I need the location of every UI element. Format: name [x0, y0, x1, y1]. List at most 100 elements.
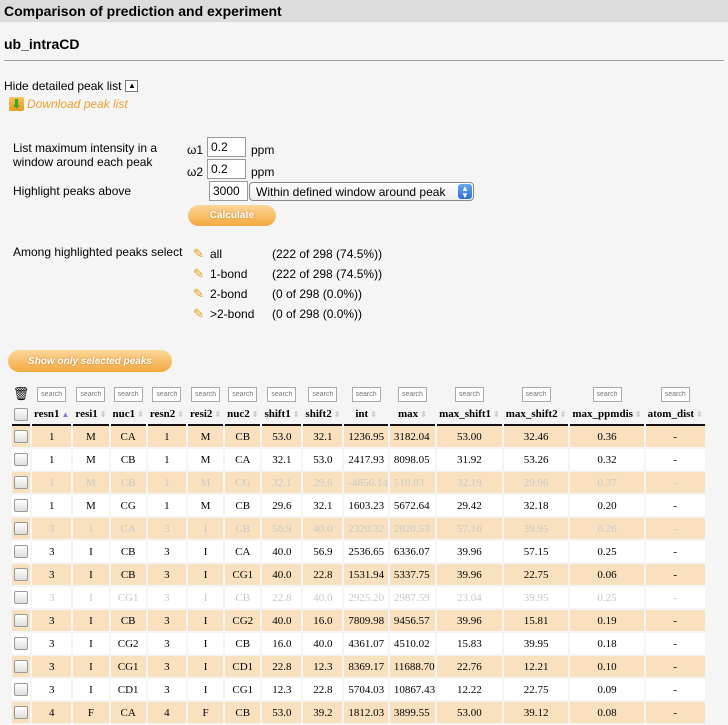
w2-input[interactable]: [207, 159, 246, 179]
sort-icon[interactable]: ⬍: [493, 410, 500, 419]
row-checkbox[interactable]: [14, 614, 28, 627]
sort-ascending-icon[interactable]: ▲: [61, 410, 69, 419]
search-input-max[interactable]: [397, 386, 427, 402]
cell-shift2: 40.0: [303, 587, 343, 610]
search-input-max-shift1[interactable]: [454, 386, 484, 402]
sort-icon[interactable]: ⬍: [370, 410, 377, 419]
collapse-toggle-button[interactable]: ▲: [125, 80, 139, 92]
table-row[interactable]: 3 I CG2 3 I CB 16.0 40.0 4361.07 4510.02 15.83 39.9…: [12, 633, 705, 656]
row-checkbox[interactable]: [14, 499, 28, 512]
row-checkbox[interactable]: [14, 522, 28, 535]
column-header-resn2[interactable]: resn2 ⬍: [147, 404, 186, 426]
search-input-resn1[interactable]: [37, 386, 67, 402]
select-option-2-bond[interactable]: ✎ 2-bond (0 of 298 (0.0%)): [193, 284, 382, 304]
sort-icon[interactable]: ⬍: [293, 410, 300, 419]
column-header-max-shift1[interactable]: max_shift1 ⬍: [437, 404, 502, 426]
cell-resn2: 3: [147, 679, 186, 702]
cell-resn2: 3: [147, 633, 186, 656]
search-input-shift2[interactable]: [308, 386, 338, 402]
column-header-shift1[interactable]: shift1 ⬍: [262, 404, 302, 426]
search-input-int[interactable]: [351, 386, 381, 402]
highlight-threshold-input[interactable]: [209, 181, 248, 201]
cell-max-shift2: 39.95: [503, 518, 569, 541]
row-checkbox[interactable]: [14, 430, 28, 443]
select-option-all[interactable]: ✎ all (222 of 298 (74.5%)): [193, 244, 382, 264]
search-input-max-shift2[interactable]: [521, 386, 551, 402]
search-input-resi1[interactable]: [76, 386, 106, 402]
row-checkbox[interactable]: [14, 568, 28, 581]
show-selected-peaks-button[interactable]: Show only selected peaks: [8, 350, 172, 372]
sort-icon[interactable]: ⬍: [334, 410, 341, 419]
cell-nuc2: CA: [225, 541, 261, 564]
row-checkbox[interactable]: [14, 637, 28, 650]
table-row[interactable]: 3 I CB 3 I CG1 40.0 22.8 1531.94 5337.75 39.96 22.7…: [12, 564, 705, 587]
table-row[interactable]: 4 F CA 4 F CB 53.0 39.2 1812.03 3899.55 53.00 39.12…: [12, 702, 705, 725]
search-input-resi2[interactable]: [191, 386, 221, 402]
trash-icon[interactable]: 🗑: [13, 386, 30, 401]
table-row[interactable]: 3 I CB 3 I CG2 40.0 16.0 7809.98 9456.57 39.96 15.8…: [12, 610, 705, 633]
table-row[interactable]: 3 I CA 3 I CB 56.9 40.0 2320.32 2820.53 57.16 39.95…: [12, 518, 705, 541]
column-header-shift2[interactable]: shift2 ⬍: [303, 404, 343, 426]
table-row[interactable]: 1 M CG 1 M CB 29.6 32.1 1603.23 5672.64 29.42 32.18…: [12, 495, 705, 518]
row-checkbox-cell: [12, 587, 30, 610]
table-row[interactable]: 3 I CG1 3 I CB 22.8 40.0 2925.20 2987.59 23.04 39.9…: [12, 587, 705, 610]
cell-int: 2320.32: [344, 518, 388, 541]
row-checkbox[interactable]: [14, 591, 28, 604]
cell-resi2: I: [188, 656, 224, 679]
column-header-resi2[interactable]: resi2 ⬍: [188, 404, 224, 426]
column-header-atom-dist[interactable]: atom_dist ⬍: [645, 404, 705, 426]
sort-icon[interactable]: ⬍: [420, 410, 427, 419]
cell-shift2: 53.0: [303, 449, 343, 472]
w1-input[interactable]: [207, 137, 246, 157]
column-header-max[interactable]: max ⬍: [389, 404, 436, 426]
row-checkbox[interactable]: [14, 683, 28, 696]
column-header-resi1[interactable]: resi1 ⬍: [73, 404, 109, 426]
sort-icon[interactable]: ⬍: [177, 410, 184, 419]
select-option-1-bond[interactable]: ✎ 1-bond (222 of 298 (74.5%)): [193, 264, 382, 284]
row-checkbox[interactable]: [14, 660, 28, 673]
search-input-shift1[interactable]: [267, 386, 297, 402]
column-header-int[interactable]: int ⬍: [344, 404, 388, 426]
row-checkbox-cell: [12, 702, 30, 725]
sort-icon[interactable]: ⬍: [635, 410, 642, 419]
sort-icon[interactable]: ⬍: [696, 410, 703, 419]
cell-nuc1: CB: [110, 449, 146, 472]
calculate-button[interactable]: Calculate: [188, 205, 276, 226]
search-input-nuc1[interactable]: [113, 386, 143, 402]
column-header-nuc2[interactable]: nuc2 ⬍: [225, 404, 261, 426]
row-checkbox[interactable]: [14, 545, 28, 558]
sort-icon[interactable]: ⬍: [214, 410, 221, 419]
sort-icon[interactable]: ⬍: [100, 410, 107, 419]
sort-icon[interactable]: ⬍: [560, 410, 567, 419]
search-input-atom-dist[interactable]: [660, 386, 690, 402]
row-checkbox[interactable]: [14, 476, 28, 489]
window-mode-select[interactable]: Within defined window around peak ▲ ▼: [249, 182, 474, 201]
table-row[interactable]: 1 M CA 1 M CB 53.0 32.1 1236.95 3182.04 53.00 32.46…: [12, 426, 705, 449]
column-header-resn1[interactable]: resn1 ▲: [32, 404, 72, 426]
search-input-resn2[interactable]: [152, 386, 182, 402]
select-option-gt2-bond[interactable]: ✎ >2-bond (0 of 298 (0.0%)): [193, 304, 382, 324]
column-header-max-shift2[interactable]: max_shift2 ⬍: [503, 404, 569, 426]
cell-max: 11688.70: [389, 656, 436, 679]
table-row[interactable]: 3 I CB 3 I CA 40.0 56.9 2536.65 6336.07 39.96 57.15…: [12, 541, 705, 564]
table-row[interactable]: 3 I CG1 3 I CD1 22.8 12.3 8369.17 11688.70 22.76 12…: [12, 656, 705, 679]
search-input-max-ppmdis[interactable]: [592, 386, 622, 402]
table-row[interactable]: 1 M CB 1 M CG 32.1 29.6 -4856.14 510.03 32.19 29.96…: [12, 472, 705, 495]
cell-max-ppmdis: 0.25: [570, 587, 644, 610]
column-header-nuc1[interactable]: nuc1 ⬍: [110, 404, 146, 426]
select-all-checkbox[interactable]: [14, 407, 28, 421]
search-input-nuc2[interactable]: [228, 386, 258, 402]
row-checkbox[interactable]: [14, 453, 28, 466]
cell-max: 5337.75: [389, 564, 436, 587]
sort-icon[interactable]: ⬍: [252, 410, 259, 419]
download-peak-list-link[interactable]: Download peak list: [27, 97, 128, 111]
cell-max-shift2: 39.12: [503, 702, 569, 725]
table-row[interactable]: 3 I CD1 3 I CG1 12.3 22.8 5704.03 10867.43 12.22 22…: [12, 679, 705, 702]
cell-resi1: F: [73, 702, 109, 725]
sort-icon[interactable]: ⬍: [137, 410, 144, 419]
column-header-max-ppmdis[interactable]: max_ppmdis ⬍: [570, 404, 644, 426]
table-row[interactable]: 1 M CB 1 M CA 32.1 53.0 2417.93 8098.05 31.92 53.26…: [12, 449, 705, 472]
cell-int: 2925.20: [344, 587, 388, 610]
row-checkbox[interactable]: [14, 706, 28, 719]
cell-shift1: 32.1: [262, 472, 302, 495]
